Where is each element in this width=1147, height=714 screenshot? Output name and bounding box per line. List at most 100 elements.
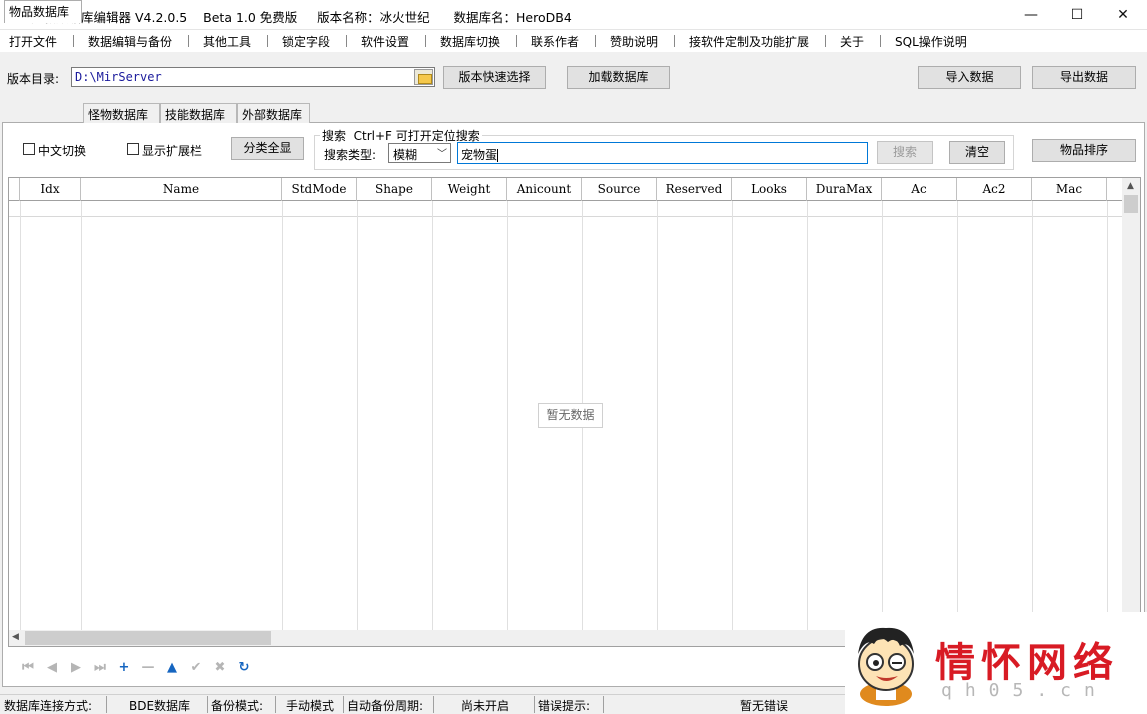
- menu-settings[interactable]: 软件设置: [361, 33, 409, 50]
- col-header-anicount[interactable]: Anicount: [507, 178, 582, 201]
- search-type-label: 搜索类型:: [324, 148, 377, 162]
- refresh-icon[interactable]: ↻: [234, 658, 254, 678]
- col-header-weight[interactable]: Weight: [432, 178, 507, 201]
- menu-sponsor[interactable]: 赞助说明: [610, 33, 658, 50]
- first-record-icon[interactable]: ⏮: [18, 658, 38, 678]
- col-header-ac2[interactable]: Ac2: [957, 178, 1032, 201]
- col-header-ac[interactable]: Ac: [882, 178, 957, 201]
- tab-monsters-db[interactable]: 怪物数据库: [83, 103, 160, 123]
- scroll-left-icon[interactable]: ◀: [12, 632, 19, 642]
- menu-separator: [188, 35, 189, 47]
- backup-value: 手动模式: [286, 699, 335, 713]
- col-header-mac[interactable]: Mac: [1032, 178, 1107, 201]
- auto-backup-value: 尚未开启: [461, 699, 510, 713]
- minimize-button[interactable]: —: [1008, 0, 1054, 30]
- delete-record-icon[interactable]: —: [138, 658, 158, 678]
- col-header-idx[interactable]: Idx: [20, 178, 81, 201]
- status-separator: [343, 696, 344, 713]
- tab-items-db[interactable]: 物品数据库: [4, 0, 82, 23]
- cartoon-mascot-icon: [858, 627, 914, 706]
- cn-switch-label: 中文切换: [38, 144, 87, 158]
- menu-bar: 打开文件 数据编辑与备份 其他工具 锁定字段 软件设置 数据库切换 联系作者 赞…: [0, 30, 1147, 52]
- backup-label: 备份模式:: [211, 699, 264, 713]
- grid-line: [357, 201, 358, 631]
- menu-other-tools[interactable]: 其他工具: [203, 33, 251, 50]
- col-header-duramax[interactable]: DuraMax: [807, 178, 882, 201]
- grid-header: Idx Name StdMode Shape Weight Anicount S…: [9, 178, 1124, 201]
- menu-separator: [880, 35, 881, 47]
- search-button[interactable]: 搜索: [877, 141, 933, 164]
- watermark: 情怀网络 qh05.cn: [845, 612, 1147, 714]
- horizontal-scroll-thumb[interactable]: [25, 631, 271, 645]
- grid-line: [882, 201, 883, 631]
- quick-select-button[interactable]: 版本快速选择: [443, 66, 546, 89]
- status-separator: [534, 696, 535, 713]
- last-record-icon[interactable]: ⏭: [90, 658, 110, 678]
- folder-icon[interactable]: [414, 69, 433, 85]
- cn-switch-checkbox[interactable]: [23, 143, 35, 155]
- col-header-stdmode[interactable]: StdMode: [282, 178, 357, 201]
- scroll-up-icon[interactable]: ▲: [1127, 181, 1134, 191]
- record-navigator: ⏮ ◀ ▶ ⏭ + — ▲ ✔ ✖ ↻: [14, 655, 256, 681]
- menu-separator: [825, 35, 826, 47]
- dir-path-input[interactable]: D:\MirServer: [71, 67, 435, 87]
- error-label: 错误提示:: [538, 699, 591, 713]
- menu-separator: [516, 35, 517, 47]
- auto-backup-label: 自动备份周期:: [347, 699, 424, 713]
- watermark-subtitle: qh05.cn: [941, 680, 1108, 701]
- menu-contact-author[interactable]: 联系作者: [531, 33, 579, 50]
- menu-db-switch[interactable]: 数据库切换: [440, 33, 500, 50]
- menu-open-file[interactable]: 打开文件: [9, 33, 57, 50]
- menu-lock-fields[interactable]: 锁定字段: [282, 33, 330, 50]
- menu-data-edit-backup[interactable]: 数据编辑与备份: [88, 33, 172, 50]
- col-header-shape[interactable]: Shape: [357, 178, 432, 201]
- menu-separator: [595, 35, 596, 47]
- vertical-scroll-thumb[interactable]: [1124, 195, 1138, 213]
- tab-skills-db[interactable]: 技能数据库: [160, 103, 237, 123]
- col-header-reserved[interactable]: Reserved: [657, 178, 732, 201]
- grid-line: [657, 201, 658, 631]
- prior-record-icon[interactable]: ◀: [42, 658, 62, 678]
- show-ext-checkbox[interactable]: [127, 143, 139, 155]
- status-separator: [207, 696, 208, 713]
- status-separator: [433, 696, 434, 713]
- menu-separator: [346, 35, 347, 47]
- menu-about[interactable]: 关于: [840, 33, 864, 50]
- search-input-text: 宠物蛋: [461, 148, 498, 162]
- grid-line: [81, 201, 82, 631]
- menu-sql-help[interactable]: SQL操作说明: [895, 33, 967, 50]
- load-db-button[interactable]: 加载数据库: [567, 66, 670, 89]
- insert-record-icon[interactable]: +: [114, 658, 134, 678]
- tab-external-db[interactable]: 外部数据库: [237, 103, 310, 123]
- row-indicator-header: [9, 178, 20, 201]
- window-title: 无极数据库编辑器 V4.2.0.5 Beta 1.0 免费版 版本名称：冰火世纪…: [31, 10, 572, 25]
- export-data-button[interactable]: 导出数据: [1032, 66, 1136, 89]
- search-type-select[interactable]: 模糊 ﹀: [388, 143, 451, 163]
- col-header-looks[interactable]: Looks: [732, 178, 807, 201]
- import-data-button[interactable]: 导入数据: [918, 66, 1021, 89]
- grid-line: [1107, 201, 1108, 631]
- next-record-icon[interactable]: ▶: [66, 658, 86, 678]
- grid-line: [282, 201, 283, 631]
- show-all-categories-button[interactable]: 分类全显: [231, 137, 304, 160]
- col-header-name[interactable]: Name: [81, 178, 282, 201]
- vertical-scrollbar[interactable]: ▲: [1122, 178, 1140, 630]
- maximize-button[interactable]: ☐: [1054, 0, 1100, 30]
- search-input[interactable]: 宠物蛋: [457, 142, 868, 164]
- grid-line: [507, 201, 508, 631]
- clear-button[interactable]: 清空: [949, 141, 1005, 164]
- cancel-record-icon[interactable]: ✖: [210, 658, 230, 678]
- show-ext-label: 显示扩展栏: [142, 144, 203, 158]
- chevron-down-icon: ﹀: [437, 149, 447, 160]
- menu-separator: [674, 35, 675, 47]
- col-header-source[interactable]: Source: [582, 178, 657, 201]
- empty-data-message: 暂无数据: [538, 403, 603, 428]
- status-separator: [106, 696, 107, 713]
- edit-record-icon[interactable]: ▲: [162, 658, 182, 678]
- conn-value: BDE数据库: [129, 699, 191, 713]
- menu-custom-dev[interactable]: 接软件定制及功能扩展: [689, 33, 809, 50]
- post-record-icon[interactable]: ✔: [186, 658, 206, 678]
- conn-label: 数据库连接方式:: [4, 699, 93, 713]
- close-button[interactable]: ✕: [1100, 0, 1146, 30]
- sort-items-button[interactable]: 物品排序: [1032, 139, 1136, 162]
